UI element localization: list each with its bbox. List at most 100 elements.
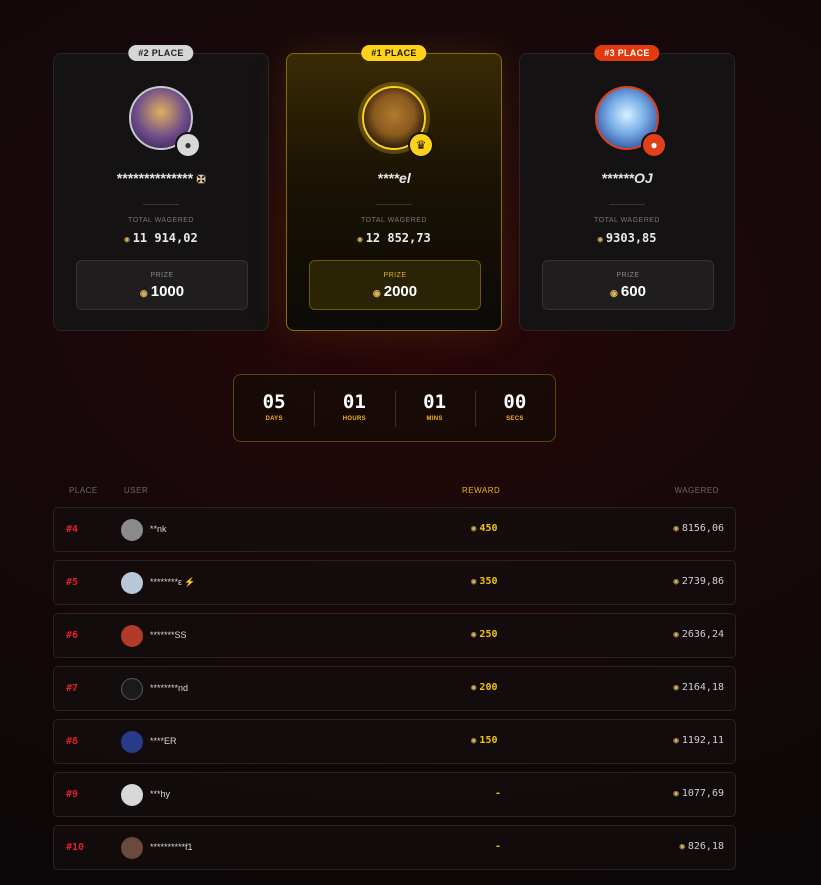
avatar: [121, 572, 143, 594]
countdown-secs: 00 SECS: [474, 375, 555, 441]
row-wagered: ◉ 2164,18: [673, 682, 724, 693]
row-user: ********ε ⚡: [150, 577, 196, 587]
podium-card-3rd: #3 PLACE ● ******OJ TOTAL WAGERED ◉ 9303,…: [519, 45, 735, 331]
divider: [143, 204, 179, 205]
table-row: #6 *******SS ◉ 250 ◉ 2636,24: [53, 613, 736, 658]
coin-icon: ◉: [124, 235, 130, 245]
coin-icon: ◉: [610, 288, 618, 298]
header-place: PLACE: [69, 486, 98, 495]
total-wagered-label: TOTAL WAGERED: [360, 217, 427, 224]
table-row: #9 ***hy - ◉ 1077,69: [53, 772, 736, 817]
countdown-days: 05 DAYS: [234, 375, 314, 441]
coin-icon: ◉: [357, 235, 363, 245]
coin-icon: ◉: [597, 235, 603, 245]
countdown-label: DAYS: [265, 416, 283, 422]
avatar: [121, 731, 143, 753]
divider: [376, 204, 412, 205]
coin-icon: ◉: [471, 736, 477, 746]
row-user: ***hy: [150, 789, 171, 799]
row-reward: ◉ 150: [471, 735, 498, 746]
table-row: #7 ********nd ◉ 200 ◉ 2164,18: [53, 666, 736, 711]
row-wagered: ◉ 8156,06: [673, 523, 724, 534]
row-reward: ◉ 350: [471, 576, 498, 587]
coin-icon: ◉: [471, 524, 477, 534]
place-badge: #1 PLACE: [361, 45, 427, 61]
countdown-label: SECS: [506, 416, 524, 422]
row-reward: ◉ 250: [471, 629, 498, 640]
place-badge: #3 PLACE: [594, 45, 660, 61]
total-wagered-value: ◉ 12 852,73: [357, 231, 431, 245]
leaderboard-header: PLACE USER REWARD WAGERED: [53, 486, 736, 498]
medal-icon: ●: [175, 132, 201, 158]
prize-box: PRIZE ◉ 600: [542, 260, 714, 310]
prize-label: PRIZE: [150, 272, 174, 279]
prize-value: ◉ 600: [610, 283, 646, 300]
coin-icon: ◉: [679, 842, 685, 852]
medal-icon: ●: [641, 132, 667, 158]
prize-box: PRIZE ◉ 2000: [309, 260, 481, 310]
coin-icon: ◉: [471, 630, 477, 640]
total-wagered-value: ◉ 11 914,02: [124, 231, 198, 245]
row-wagered: ◉ 2636,24: [673, 629, 724, 640]
divider: [609, 204, 645, 205]
coin-icon: ◉: [673, 630, 679, 640]
row-place: #8: [66, 736, 79, 747]
row-reward: ◉ 450: [471, 523, 498, 534]
countdown-hours: 01 HOURS: [314, 375, 394, 441]
podium: #2 PLACE ● ************** ✠ TOTAL WAGERE…: [53, 45, 736, 331]
coin-icon: ◉: [673, 524, 679, 534]
prize-label: PRIZE: [616, 272, 640, 279]
row-place: #9: [66, 789, 79, 800]
countdown-label: HOURS: [342, 416, 366, 422]
countdown-value: 05: [262, 391, 286, 413]
avatar: [121, 837, 143, 859]
username: ************** ✠: [116, 170, 206, 186]
header-reward: REWARD: [462, 486, 501, 495]
prize-label: PRIZE: [383, 272, 407, 279]
row-user: **********f1: [150, 842, 193, 852]
place-badge: #2 PLACE: [128, 45, 194, 61]
avatar: [121, 784, 143, 806]
row-reward: -: [495, 788, 502, 799]
coin-icon: ◉: [471, 577, 477, 587]
row-wagered: ◉ 2739,86: [673, 576, 724, 587]
coin-icon: ◉: [673, 577, 679, 587]
coin-icon: ◉: [673, 736, 679, 746]
row-wagered: ◉ 1077,69: [673, 788, 724, 799]
row-place: #10: [66, 842, 85, 853]
countdown-mins: 01 MINS: [394, 375, 475, 441]
coin-icon: ◉: [673, 683, 679, 693]
total-wagered-value: ◉ 9303,85: [597, 231, 657, 245]
row-user: ****ER: [150, 736, 177, 746]
table-row: #8 ****ER ◉ 150 ◉ 1192,11: [53, 719, 736, 764]
countdown-value: 01: [342, 391, 366, 413]
countdown-timer: 05 DAYS 01 HOURS 01 MINS 00 SECS: [233, 374, 556, 442]
row-reward: -: [495, 841, 502, 852]
row-wagered: ◉ 826,18: [679, 841, 724, 852]
coin-icon: ◉: [471, 683, 477, 693]
avatar-wrapper: ♛: [362, 86, 434, 158]
avatar-wrapper: ●: [129, 86, 201, 158]
countdown-value: 00: [503, 391, 527, 413]
username: ******OJ: [601, 170, 653, 186]
lightning-icon: ⚡: [184, 577, 196, 587]
header-wagered: WAGERED: [674, 486, 719, 495]
avatar: [121, 519, 143, 541]
table-row: #10 **********f1 - ◉ 826,18: [53, 825, 736, 870]
row-place: #5: [66, 577, 79, 588]
row-user: **nk: [150, 524, 167, 534]
avatar: [121, 625, 143, 647]
avatar-wrapper: ●: [595, 86, 667, 158]
row-place: #7: [66, 683, 79, 694]
table-row: #4 **nk ◉ 450 ◉ 8156,06: [53, 507, 736, 552]
row-user: *******SS: [150, 630, 187, 640]
prize-value: ◉ 2000: [372, 283, 418, 300]
username: ****el: [377, 170, 411, 186]
avatar: [121, 678, 143, 700]
row-place: #6: [66, 630, 79, 641]
row-place: #4: [66, 524, 79, 535]
total-wagered-label: TOTAL WAGERED: [593, 217, 660, 224]
prize-value: ◉ 1000: [139, 283, 185, 300]
row-reward: ◉ 200: [471, 682, 498, 693]
bone-icon: ✠: [196, 174, 206, 186]
